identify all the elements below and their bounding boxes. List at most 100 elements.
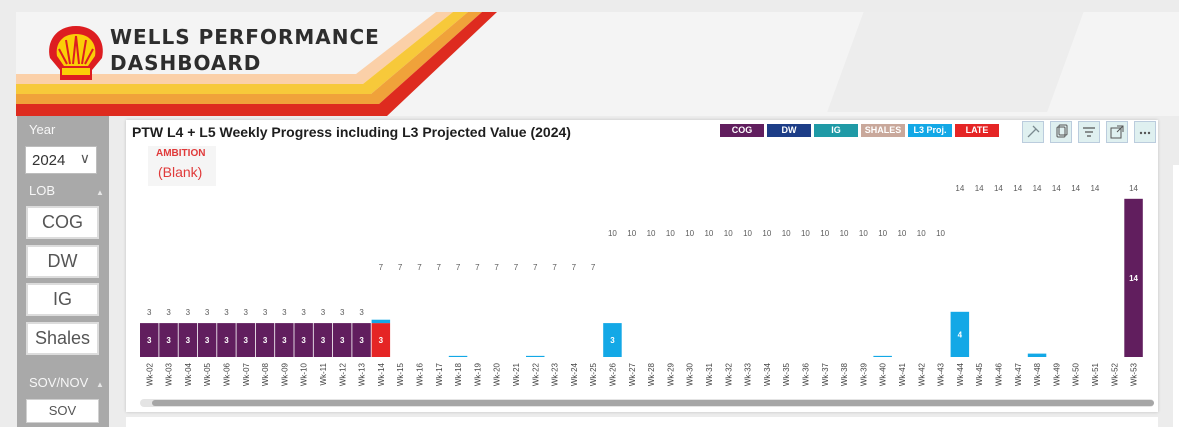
legend-item-ig: IG <box>814 124 858 137</box>
cumulative-label: 7 <box>533 263 538 272</box>
cumulative-label: 7 <box>398 263 403 272</box>
legend-item-shales: SHALES <box>861 124 905 137</box>
bar-data-label: 3 <box>244 336 249 345</box>
bar-data-label: 3 <box>340 336 345 345</box>
cumulative-label: 14 <box>1013 184 1022 193</box>
cumulative-label: 10 <box>859 229 868 238</box>
lob-button-cog[interactable]: COG <box>26 206 99 239</box>
cumulative-label: 14 <box>994 184 1003 193</box>
cumulative-label: 7 <box>552 263 557 272</box>
x-tick-label: Wk-06 <box>222 362 231 386</box>
scrollbar-thumb[interactable] <box>152 400 1154 406</box>
lob-button-shales[interactable]: Shales <box>26 322 99 355</box>
cumulative-label: 14 <box>1071 184 1080 193</box>
legend-item-cog: COG <box>720 124 764 137</box>
adjacent-visual-edge <box>1173 165 1179 427</box>
cumulative-label: 14 <box>975 184 984 193</box>
bar-data-label: 3 <box>359 336 364 345</box>
bar-data-label: 3 <box>321 336 326 345</box>
bar-data-label: 3 <box>147 336 152 345</box>
cumulative-label: 10 <box>704 229 713 238</box>
cumulative-label: 10 <box>666 229 675 238</box>
bar-data-label: 3 <box>301 336 306 345</box>
cumulative-label: 7 <box>379 263 384 272</box>
cumulative-label: 10 <box>627 229 636 238</box>
cumulative-label: 7 <box>417 263 422 272</box>
sov-collapse-icon[interactable]: ▲ <box>96 380 104 389</box>
cumulative-label: 10 <box>801 229 810 238</box>
x-tick-label: Wk-38 <box>840 362 849 386</box>
cumulative-label: 3 <box>301 308 306 317</box>
cumulative-label: 10 <box>608 229 617 238</box>
x-tick-label: Wk-49 <box>1052 362 1061 386</box>
cumulative-label: 10 <box>840 229 849 238</box>
x-tick-label: Wk-21 <box>512 362 521 386</box>
x-tick-label: Wk-19 <box>473 362 482 386</box>
year-value: 2024 <box>32 152 66 169</box>
x-tick-label: Wk-03 <box>165 362 174 386</box>
x-tick-label: Wk-25 <box>589 362 598 386</box>
x-tick-label: Wk-05 <box>203 362 212 386</box>
cumulative-label: 10 <box>647 229 656 238</box>
x-tick-label: Wk-45 <box>975 362 984 386</box>
bar-data-label: 3 <box>379 336 384 345</box>
more-options-icon[interactable] <box>1134 121 1156 143</box>
bar-data-label: 3 <box>186 336 191 345</box>
pin-icon[interactable] <box>1022 121 1044 143</box>
x-tick-label: Wk-37 <box>821 362 830 386</box>
x-tick-label: Wk-10 <box>300 362 309 386</box>
cumulative-label: 14 <box>1052 184 1061 193</box>
cumulative-label: 10 <box>917 229 926 238</box>
chart-plot: 3 3 Wk-02 3 3 Wk-03 3 3 Wk-04 3 3 Wk-05 3 3 Wk-06 3 3 Wk-… <box>140 184 1143 386</box>
cumulative-label: 3 <box>205 308 210 317</box>
bar-segment <box>526 355 545 357</box>
x-tick-label: Wk-18 <box>454 362 463 386</box>
copy-icon[interactable] <box>1050 121 1072 143</box>
cumulative-label: 7 <box>514 263 519 272</box>
cumulative-label: 7 <box>591 263 596 272</box>
bar-segment <box>371 319 391 324</box>
cumulative-label: 3 <box>147 308 152 317</box>
x-tick-label: Wk-43 <box>937 362 946 386</box>
x-tick-label: Wk-41 <box>898 362 907 386</box>
bar-data-label: 3 <box>224 336 229 345</box>
bar-data-label: 3 <box>263 336 268 345</box>
sov-nov-label: SOV/NOV <box>29 375 89 390</box>
x-tick-label: Wk-36 <box>801 362 810 386</box>
x-tick-label: Wk-31 <box>705 362 714 386</box>
cumulative-label: 14 <box>955 184 964 193</box>
lob-button-dw[interactable]: DW <box>26 245 99 278</box>
chevron-down-icon: ∨ <box>79 150 90 166</box>
year-label: Year <box>29 122 56 137</box>
cumulative-label: 14 <box>1033 184 1042 193</box>
focus-mode-icon[interactable] <box>1106 121 1128 143</box>
x-tick-label: Wk-24 <box>570 362 579 386</box>
header-banner: WELLS PERFORMANCE DASHBOARD <box>16 12 1179 116</box>
cumulative-label: 3 <box>263 308 268 317</box>
cumulative-label: 10 <box>762 229 771 238</box>
lob-collapse-icon[interactable]: ▲ <box>96 188 104 197</box>
bar-data-label: 3 <box>282 336 287 345</box>
x-tick-label: Wk-02 <box>145 362 154 386</box>
x-tick-label: Wk-16 <box>415 362 424 386</box>
x-tick-label: Wk-15 <box>396 362 405 386</box>
x-tick-label: Wk-50 <box>1072 362 1081 386</box>
lob-label: LOB <box>29 183 56 198</box>
sov-button[interactable]: SOV <box>26 399 99 423</box>
x-tick-label: Wk-22 <box>531 362 540 386</box>
bar-segment <box>448 355 468 357</box>
cumulative-label: 3 <box>340 308 345 317</box>
bar-data-label: 4 <box>958 330 963 339</box>
cumulative-label: 7 <box>475 263 480 272</box>
filter-icon[interactable] <box>1078 121 1100 143</box>
bar-data-label: 3 <box>205 336 210 345</box>
dashboard-title-line1: WELLS PERFORMANCE <box>110 25 380 49</box>
year-dropdown[interactable]: 2024 ∨ <box>25 146 97 174</box>
x-tick-label: Wk-12 <box>338 362 347 386</box>
lob-button-ig[interactable]: IG <box>26 283 99 316</box>
cumulative-label: 10 <box>897 229 906 238</box>
shell-logo <box>49 26 103 80</box>
x-tick-label: Wk-11 <box>319 362 328 385</box>
x-tick-label: Wk-33 <box>744 362 753 386</box>
cumulative-label: 10 <box>878 229 887 238</box>
